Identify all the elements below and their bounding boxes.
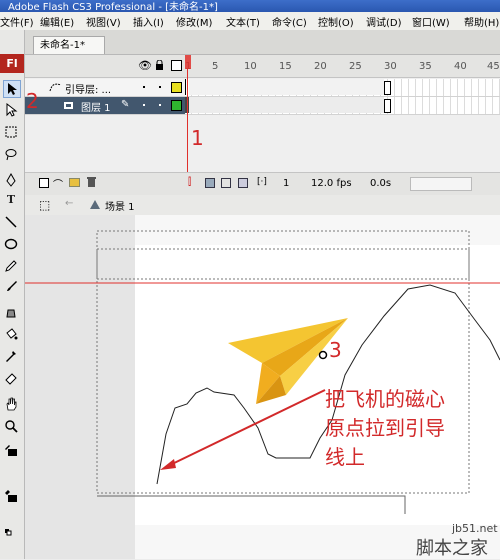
watermark-name: 脚本之家 <box>416 538 488 559</box>
instruction-line: 把飞机的磁心 <box>325 387 445 411</box>
registration-point <box>318 350 328 360</box>
annotation-instruction: 把飞机的磁心 原点拉到引导 线上 <box>325 385 445 472</box>
stage-drawing <box>25 230 500 525</box>
annotation-step-3: 3 <box>329 338 342 362</box>
annotation-step-2: 2 <box>26 89 39 113</box>
stage-canvas <box>135 245 500 525</box>
instruction-line: 线上 <box>325 445 365 469</box>
instruction-line: 原点拉到引导 <box>325 416 445 440</box>
annotation-step-1: 1 <box>191 126 204 150</box>
